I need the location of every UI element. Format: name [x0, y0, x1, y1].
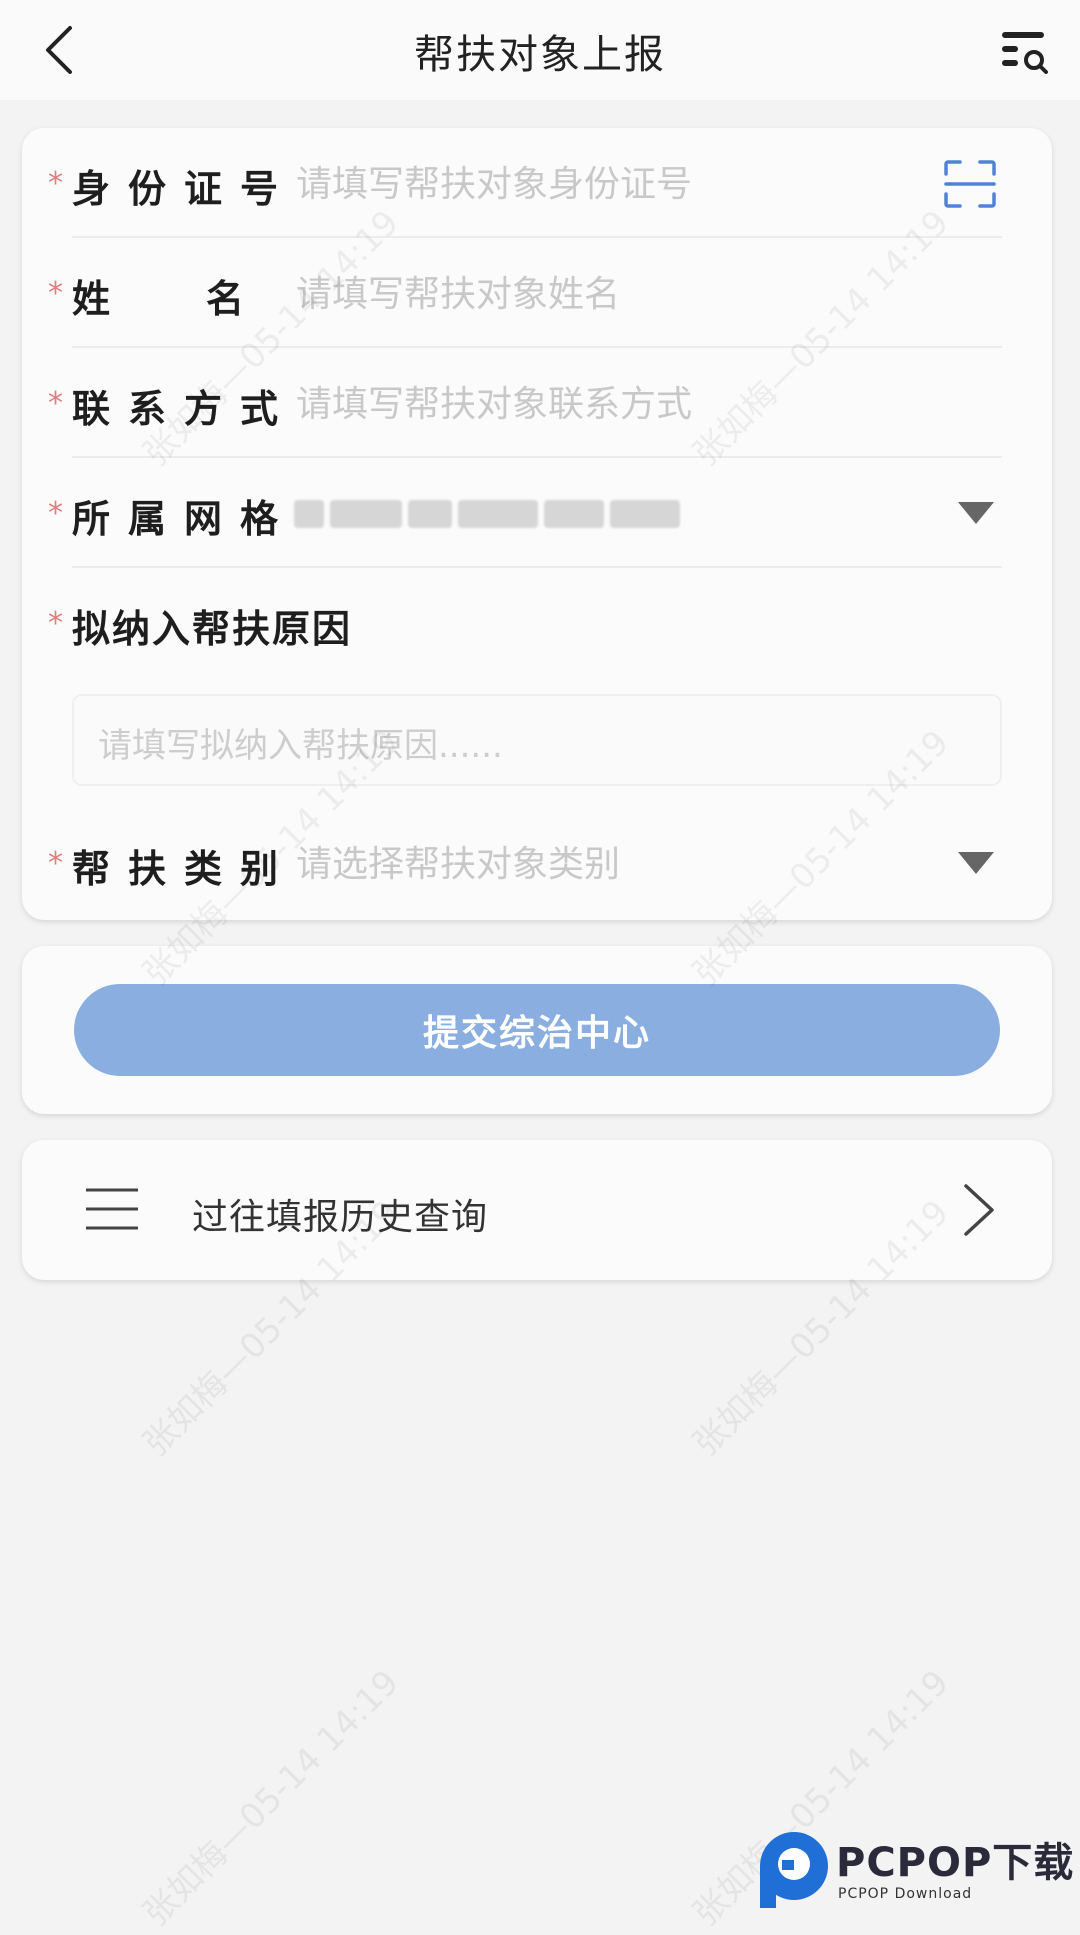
history-card: 过往填报历史查询 [22, 1140, 1052, 1280]
submit-card: 提交综治中心 [22, 946, 1052, 1114]
required-star: * [48, 386, 63, 421]
grid-row[interactable]: * 所属网格 [22, 458, 1052, 568]
reason-textarea[interactable] [72, 694, 1002, 786]
redacted-value [458, 500, 538, 528]
required-star: * [48, 496, 63, 531]
grid-dropdown-button[interactable] [956, 498, 996, 528]
search-list-button[interactable] [988, 22, 1060, 82]
id-number-row: * 身份证号 [22, 128, 1052, 238]
caret-down-icon [958, 852, 994, 874]
category-select[interactable] [294, 832, 934, 896]
page-title: 帮扶对象上报 [414, 32, 666, 78]
brand-subtitle: PCPOP Download [838, 1886, 973, 1902]
grid-select-value[interactable] [294, 484, 934, 544]
redacted-value [294, 500, 324, 528]
brand-name: PCPOP下载 [836, 1840, 1075, 1886]
redacted-value [330, 500, 402, 528]
required-star: * [48, 846, 63, 881]
redacted-value [544, 500, 604, 528]
brand-watermark: PCPOP下载 PCPOP Download [752, 1826, 1080, 1920]
reason-label: 拟纳入帮扶原因 [72, 607, 353, 651]
submit-button[interactable]: 提交综治中心 [74, 984, 1000, 1076]
category-dropdown-button[interactable] [956, 848, 996, 878]
back-button[interactable] [20, 18, 92, 82]
category-row[interactable]: * 帮扶类别 [22, 808, 1052, 918]
chevron-left-icon [46, 26, 72, 74]
menu-icon [86, 1188, 138, 1230]
id-number-input[interactable] [294, 152, 934, 216]
required-star: * [48, 166, 63, 201]
name-input[interactable] [294, 262, 934, 326]
redacted-value [610, 500, 680, 528]
contact-input[interactable] [294, 372, 934, 436]
contact-label: 联系方式 [72, 387, 297, 431]
history-link[interactable]: 过往填报历史查询 [22, 1140, 1052, 1280]
pcpop-logo-icon [760, 1832, 828, 1908]
chevron-right-icon [964, 1184, 994, 1236]
contact-row: * 联系方式 [22, 348, 1052, 458]
category-label: 帮扶类别 [72, 847, 297, 891]
history-label: 过往填报历史查询 [192, 1197, 489, 1238]
caret-down-icon [958, 502, 994, 524]
watermark: 张如梅—05-14 14:19 [135, 1662, 407, 1934]
name-row: * 姓名 [22, 238, 1052, 348]
scan-icon [944, 160, 996, 208]
reason-row: * 拟纳入帮扶原因 [22, 568, 1052, 668]
required-star: * [48, 276, 63, 311]
required-star: * [48, 606, 63, 641]
list-search-icon [1002, 32, 1048, 74]
nav-bar: 帮扶对象上报 [0, 0, 1080, 100]
id-number-label: 身份证号 [72, 167, 297, 211]
grid-label: 所属网格 [72, 497, 297, 541]
scan-button[interactable] [944, 160, 996, 208]
redacted-value [408, 500, 452, 528]
report-form-card: * 身份证号 * 姓名 * 联系方式 * 所属网格 [22, 128, 1052, 920]
